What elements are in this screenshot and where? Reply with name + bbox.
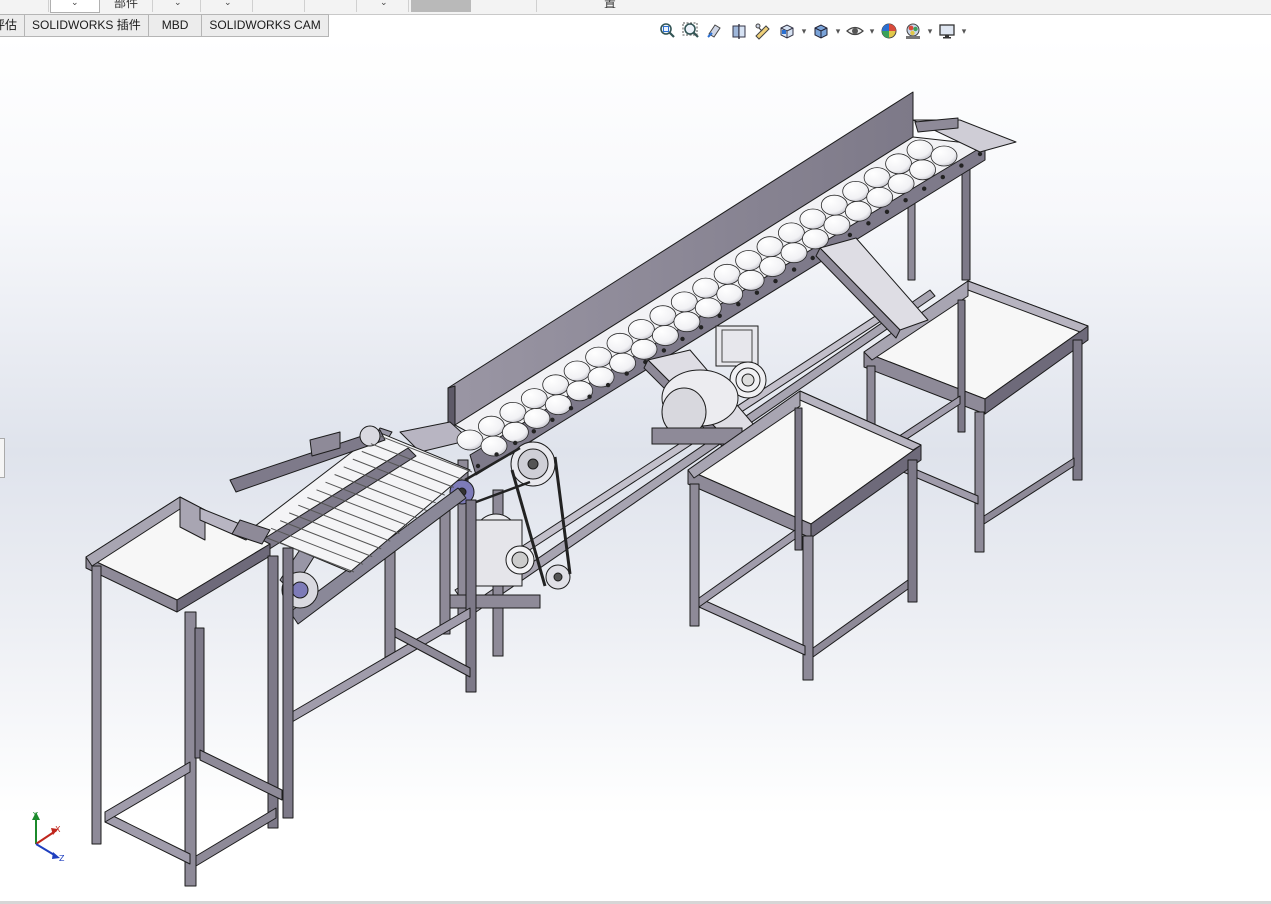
bolt-hole [587,394,592,399]
bolt-hole [847,232,853,238]
roller [842,180,870,202]
bolt-hole [754,290,760,295]
roller [544,394,572,416]
roller [502,421,529,443]
conveyor-assembly-model[interactable]: Y X Z [0,0,1271,904]
roller [670,291,698,313]
bolt-hole [810,255,815,261]
bolt-hole [922,186,927,191]
bolt-hole [717,313,722,318]
roller [630,338,658,360]
roller [587,366,615,388]
bolt-hole [866,221,871,226]
triad-x-label: X [55,825,61,834]
roller [673,311,701,333]
bolt-hole [661,348,667,353]
bolt-hole [940,174,945,180]
roller [606,332,634,354]
roller [542,374,570,396]
bolt-hole [513,440,518,446]
roller [737,269,765,291]
roller [780,242,808,264]
bolt-hole [531,429,536,434]
roller [456,429,484,451]
bolt-hole [884,209,890,214]
bolt-hole [959,163,964,168]
roller [499,401,527,423]
bolt-hole [736,302,741,307]
roller [823,214,851,236]
roller [863,167,891,189]
roller [887,173,915,195]
roller [802,228,829,250]
roller [652,325,679,346]
triad-z-label: Z [59,854,65,863]
roller [523,407,551,429]
left-feed-hopper-table [85,496,294,887]
roller [759,256,786,277]
roller [585,346,612,368]
roller [844,200,872,222]
bolt-hole [698,325,704,330]
bolt-hole [475,463,481,469]
roller [520,388,548,410]
bolt-hole [773,278,778,284]
roller [649,305,677,327]
roller [756,236,784,258]
bolt-hole [494,452,499,457]
triad-y-label: Y [32,811,38,820]
roller [563,360,591,382]
roller [609,352,636,374]
roller [735,250,762,271]
roller [866,186,894,208]
bolt-hole [624,371,629,376]
roller [778,222,805,244]
roller [909,159,936,181]
roller [477,415,505,437]
roller [799,208,827,230]
roller [628,319,655,340]
bolt-hole [680,336,685,342]
roller [820,194,848,216]
bolt-hole [903,198,908,203]
bolt-hole [977,151,983,157]
bolt-hole [550,417,555,422]
roller [885,153,912,175]
bolt-hole [791,267,797,272]
bolt-hole [605,382,611,388]
bolt-hole [568,406,574,411]
coordinate-triad: Y X Z [32,811,65,863]
roller [713,263,741,285]
roller [906,139,934,161]
roller [716,283,744,305]
roller [692,277,720,299]
roller [694,297,722,319]
roller [930,145,958,167]
roller [480,435,508,457]
